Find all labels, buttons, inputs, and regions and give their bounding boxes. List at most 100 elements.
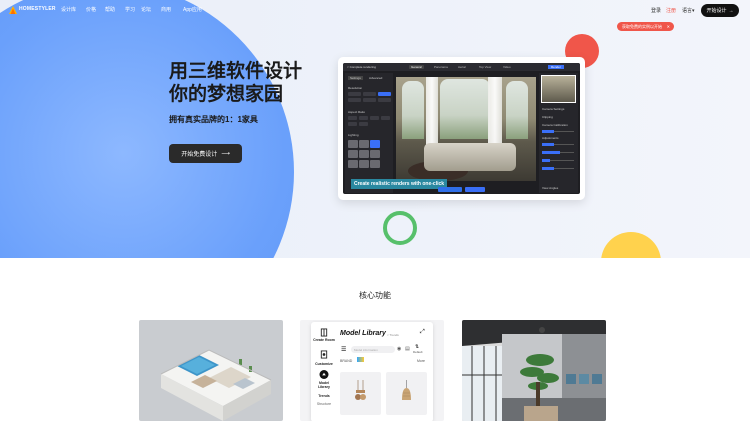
mockup-tab-general: General: [409, 65, 424, 69]
mockup-tab-aerial: Aerial: [458, 65, 466, 69]
nav-item-pricing[interactable]: 价格: [86, 6, 96, 13]
expand-icon[interactable]: ⤢: [420, 329, 425, 336]
homestyler-logo-icon[interactable]: [9, 6, 17, 14]
library-trends-tag[interactable]: < Trends: [387, 333, 399, 337]
nav-item-design-library[interactable]: 设计库: [61, 6, 76, 13]
mockup-advanced-label: Advanced: [369, 76, 383, 80]
nav-item-help[interactable]: 帮助: [105, 6, 115, 13]
hero-title-line2: 你的梦想家园: [169, 84, 284, 105]
mockup-render-button: [465, 187, 485, 192]
mockup-option: [378, 92, 391, 96]
scene-window: [506, 81, 528, 139]
mockup-tab-video: Video: [503, 65, 511, 69]
mockup-option: [359, 122, 368, 126]
start-design-label: 开始设计: [706, 8, 727, 14]
feature-card-interior-render[interactable]: [462, 320, 606, 421]
arrow-right-icon: →: [728, 7, 734, 14]
hero-title: 用三维软件设计 你的梦想家园: [169, 60, 302, 106]
login-link[interactable]: 登录: [651, 7, 661, 14]
mockup-screen: < Complete rendering General Panorama Ae…: [343, 63, 580, 194]
sidebar-item-trends[interactable]: Trends: [313, 394, 335, 398]
scene-bed: [424, 143, 516, 171]
scene-window: [402, 81, 424, 139]
mockup-light-thumb: [370, 150, 380, 158]
sidebar-item-model-library[interactable]: Model Library: [313, 381, 335, 389]
library-search-input[interactable]: Model information: [351, 346, 395, 353]
render-app-mockup: < Complete rendering General Panorama Ae…: [338, 57, 585, 200]
mockup-light-thumb: [359, 160, 369, 168]
library-item-lamp[interactable]: [340, 372, 381, 415]
start-free-design-button[interactable]: 开始免费设计 ⟶: [169, 144, 242, 163]
create-room-icon[interactable]: [319, 328, 329, 337]
register-link[interactable]: 注册: [666, 7, 676, 14]
start-design-button[interactable]: 开始设计 →: [701, 4, 739, 17]
decor-yellow-circle: [601, 232, 661, 258]
mockup-slider: [542, 143, 574, 146]
mockup-tab-panorama: Panorama: [434, 65, 448, 69]
brand-logo-chip[interactable]: [357, 357, 364, 362]
decor-blue-circle: [0, 0, 294, 258]
mockup-option: [363, 92, 376, 96]
mockup-render-viewport: [396, 77, 536, 181]
mockup-camera-preview: [541, 75, 576, 103]
mockup-calibration-label: Camera Calibration: [542, 123, 568, 127]
interior-render-image: [462, 320, 606, 421]
model-library-panel: Create Room Customize Model Library Tren…: [311, 322, 433, 421]
scene-curtain: [488, 77, 502, 149]
mockup-resolution-label: Resolution: [348, 86, 363, 90]
mockup-option: [359, 116, 368, 120]
mockup-option: [348, 92, 361, 96]
close-icon[interactable]: ✕: [667, 24, 670, 29]
mockup-app-title: < Complete rendering: [347, 65, 376, 69]
mockup-settings-label: Settings: [348, 76, 363, 80]
nav-item-app[interactable]: App应用: [183, 6, 202, 13]
nav-item-learn[interactable]: 学习: [125, 6, 135, 13]
more-link[interactable]: More: [417, 359, 425, 363]
long-arrow-right-icon: ⟶: [221, 151, 230, 157]
hero-section: HOMESTYLER 设计库 价格 帮助 学习 论坛 商用 App应用 登录 注…: [0, 0, 750, 258]
mockup-option: [348, 98, 361, 102]
mockup-slider: [542, 151, 574, 154]
brand-name[interactable]: HOMESTYLER: [19, 6, 56, 12]
mockup-right-panel: Camera Settings Clipping Camera Calibrat…: [539, 73, 578, 193]
mockup-option: [370, 116, 379, 120]
mockup-bottom-button: [438, 187, 462, 192]
search-placeholder: Model information: [354, 347, 378, 352]
mockup-light-thumb: [348, 140, 358, 148]
mockup-option: [363, 98, 376, 102]
nav-item-forum[interactable]: 论坛: [141, 6, 151, 13]
library-item-rattan-lamp[interactable]: [386, 372, 427, 415]
sidebar-item-create-room[interactable]: Create Room: [313, 338, 335, 342]
mockup-option: [378, 98, 391, 102]
brand-filter[interactable]: BRAND: [340, 359, 352, 363]
notice-toast[interactable]: 获取免费的实例以开始 ✕: [617, 22, 674, 31]
sidebar-item-customize[interactable]: Customize: [313, 362, 335, 366]
model-library-icon[interactable]: [319, 370, 329, 379]
mockup-clipping-label: Clipping: [542, 115, 553, 119]
mockup-light-thumb: [370, 160, 380, 168]
language-select[interactable]: 语言▾: [682, 7, 695, 14]
feature-card-model-library[interactable]: Create Room Customize Model Library Tren…: [300, 320, 444, 421]
feature-card-floorplan[interactable]: [139, 320, 283, 421]
mockup-light-thumb: [359, 140, 369, 148]
default-sort-label[interactable]: Default: [413, 350, 423, 354]
rattan-lamp-image: [402, 380, 411, 400]
mockup-slider: [542, 167, 574, 170]
menu-icon[interactable]: ☰: [341, 346, 346, 353]
scene-curtain: [426, 77, 438, 147]
mockup-option: [348, 122, 357, 126]
nav-item-business[interactable]: 商用: [161, 6, 171, 13]
mockup-lighting-label: Lighting: [348, 133, 359, 137]
sidebar-item-structure[interactable]: Structure: [313, 402, 335, 406]
cta-label: 开始免费设计: [181, 152, 218, 158]
customize-icon[interactable]: [319, 350, 329, 359]
isometric-floorplan-image: [160, 349, 272, 421]
mockup-left-panel: Settings Advanced Resolution Aspect Rati…: [345, 73, 393, 193]
pendant-lamp-image: [355, 380, 366, 400]
mockup-adjustments-label: Adjustments: [542, 136, 559, 140]
notice-text: 获取免费的实例以开始: [622, 23, 662, 29]
layout-icon[interactable]: ▤: [405, 346, 410, 352]
mockup-tab-top-view: Top View: [479, 65, 492, 69]
library-sidebar: Create Room Customize Model Library Tren…: [313, 324, 335, 420]
camera-search-icon[interactable]: ◉: [397, 346, 401, 352]
